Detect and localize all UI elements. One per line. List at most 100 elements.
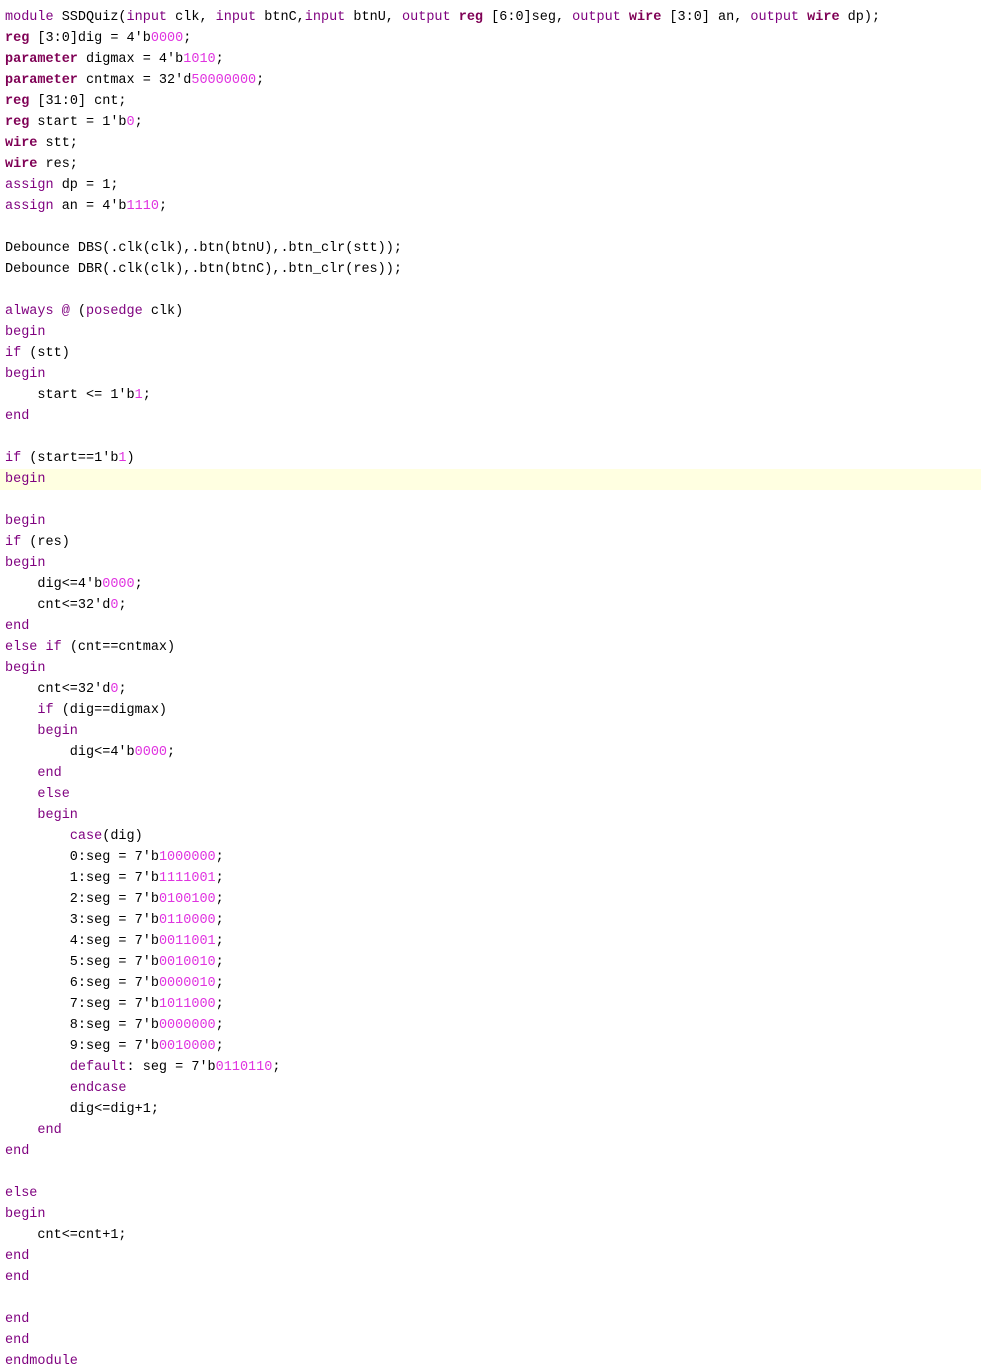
code-token: begin (5, 472, 46, 487)
code-token: ; (142, 388, 151, 403)
code-line[interactable]: endcase (0, 1078, 981, 1099)
code-line[interactable]: begin (0, 322, 981, 343)
code-token: 0110110 (215, 1060, 273, 1075)
code-token: input (215, 10, 257, 25)
code-line[interactable]: module SSDQuiz(input clk, input btnC,inp… (0, 7, 981, 28)
code-line[interactable]: if (dig==digmax) (0, 700, 981, 721)
code-token: ; (215, 1018, 224, 1033)
code-line[interactable]: 4:seg = 7'b0011001; (0, 931, 981, 952)
code-line[interactable]: end (0, 1246, 981, 1267)
code-line[interactable]: else (0, 1183, 981, 1204)
code-line-current[interactable]: begin (0, 469, 981, 490)
code-line[interactable]: 8:seg = 7'b0000000; (0, 1015, 981, 1036)
code-line[interactable]: end (0, 406, 981, 427)
code-line[interactable]: end (0, 1330, 981, 1351)
code-line[interactable]: 7:seg = 7'b1011000; (0, 994, 981, 1015)
code-token: (cnt==cntmax) (61, 640, 176, 655)
code-line[interactable]: 6:seg = 7'b0000010; (0, 973, 981, 994)
code-line[interactable]: start <= 1'b1; (0, 385, 981, 406)
code-line[interactable]: cnt<=cnt+1; (0, 1225, 981, 1246)
code-line[interactable]: reg [31:0] cnt; (0, 91, 981, 112)
code-line[interactable] (0, 490, 981, 511)
code-line[interactable]: endmodule (0, 1351, 981, 1372)
code-line[interactable]: reg start = 1'b0; (0, 112, 981, 133)
code-line[interactable]: reg [3:0]dig = 4'b0000; (0, 28, 981, 49)
code-token: 1:seg = 7'b (5, 871, 159, 886)
code-line[interactable]: begin (0, 721, 981, 742)
code-line[interactable]: else if (cnt==cntmax) (0, 637, 981, 658)
code-line[interactable]: if (start==1'b1) (0, 448, 981, 469)
code-token: reg (5, 115, 30, 130)
code-line[interactable]: dig<=dig+1; (0, 1099, 981, 1120)
code-token: ; (183, 31, 192, 46)
code-line[interactable]: begin (0, 553, 981, 574)
code-line[interactable]: 0:seg = 7'b1000000; (0, 847, 981, 868)
code-line[interactable] (0, 1288, 981, 1309)
code-line[interactable]: begin (0, 511, 981, 532)
code-line[interactable]: dig<=4'b0000; (0, 742, 981, 763)
code-line[interactable]: end (0, 1141, 981, 1162)
code-line[interactable]: 5:seg = 7'b0010010; (0, 952, 981, 973)
code-line[interactable]: 1:seg = 7'b1111001; (0, 868, 981, 889)
code-line[interactable]: default: seg = 7'b0110110; (0, 1057, 981, 1078)
code-token: begin (5, 661, 46, 676)
code-line[interactable]: cnt<=32'd0; (0, 679, 981, 700)
code-token: end (5, 1144, 30, 1159)
code-line[interactable]: end (0, 763, 981, 784)
code-line[interactable]: end (0, 1120, 981, 1141)
code-line[interactable]: dig<=4'b0000; (0, 574, 981, 595)
code-editor[interactable]: module SSDQuiz(input clk, input btnC,inp… (0, 0, 981, 1371)
code-line[interactable]: end (0, 1309, 981, 1330)
code-token: SSDQuiz( (53, 10, 127, 25)
code-line[interactable]: assign an = 4'b1110; (0, 196, 981, 217)
code-line[interactable]: 3:seg = 7'b0110000; (0, 910, 981, 931)
code-line[interactable]: begin (0, 1204, 981, 1225)
code-token: begin (37, 808, 78, 823)
code-token: ; (118, 598, 127, 613)
code-line[interactable]: if (stt) (0, 343, 981, 364)
code-token: : seg = 7'b (126, 1060, 216, 1075)
code-token: 8:seg = 7'b (5, 1018, 159, 1033)
code-line[interactable]: begin (0, 658, 981, 679)
code-token: ; (215, 871, 224, 886)
code-token: 1011000 (158, 997, 216, 1012)
code-line[interactable]: case(dig) (0, 826, 981, 847)
code-line[interactable]: Debounce DBR(.clk(clk),.btn(btnC),.btn_c… (0, 259, 981, 280)
code-line[interactable] (0, 427, 981, 448)
code-line[interactable] (0, 217, 981, 238)
code-token: assign (5, 199, 54, 214)
code-line[interactable]: begin (0, 364, 981, 385)
code-line[interactable]: assign dp = 1; (0, 175, 981, 196)
code-line[interactable]: always @ (posedge clk) (0, 301, 981, 322)
code-line[interactable]: Debounce DBS(.clk(clk),.btn(btnU),.btn_c… (0, 238, 981, 259)
code-token: reg (458, 10, 484, 25)
code-line[interactable]: 2:seg = 7'b0100100; (0, 889, 981, 910)
code-token: 50000000 (191, 73, 257, 88)
code-token: btnC, (256, 10, 305, 25)
code-token: wire (5, 136, 38, 151)
code-line[interactable] (0, 1162, 981, 1183)
code-line[interactable] (0, 280, 981, 301)
code-token: end (5, 1312, 30, 1327)
code-token: reg (5, 94, 30, 109)
code-token: end (37, 766, 62, 781)
code-line[interactable]: else (0, 784, 981, 805)
code-line[interactable]: parameter cntmax = 32'd50000000; (0, 70, 981, 91)
code-token: endmodule (5, 1354, 78, 1369)
code-line[interactable]: 9:seg = 7'b0010000; (0, 1036, 981, 1057)
code-line[interactable]: wire res; (0, 154, 981, 175)
code-token: 0010010 (158, 955, 216, 970)
code-token: 0000 (102, 577, 135, 592)
code-token: end (5, 1270, 30, 1285)
code-line[interactable]: if (res) (0, 532, 981, 553)
code-line[interactable]: end (0, 1267, 981, 1288)
code-line[interactable]: begin (0, 805, 981, 826)
code-line[interactable]: end (0, 616, 981, 637)
code-token: dig<=dig+1; (5, 1102, 159, 1117)
code-line[interactable]: cnt<=32'd0; (0, 595, 981, 616)
code-line[interactable]: wire stt; (0, 133, 981, 154)
code-line[interactable]: parameter digmax = 4'b1010; (0, 49, 981, 70)
code-token: parameter (5, 73, 78, 88)
